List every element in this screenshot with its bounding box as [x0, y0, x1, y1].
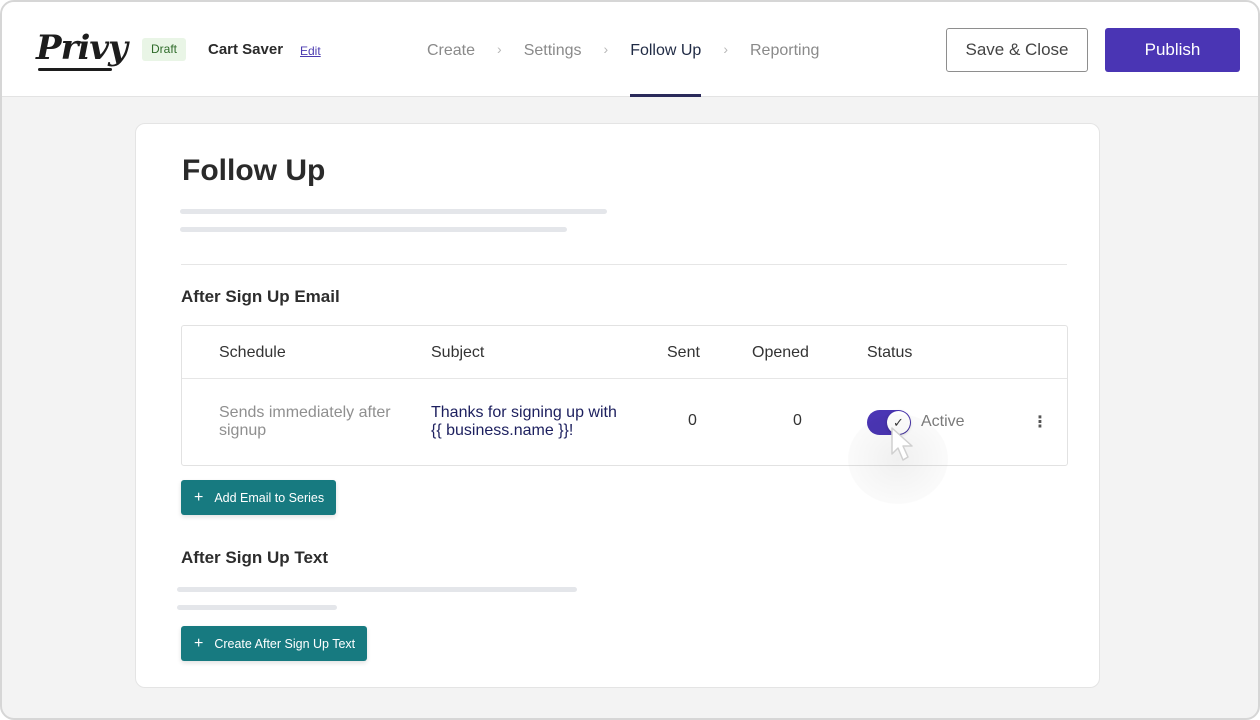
cell-schedule: Sends immediately after signup — [219, 404, 391, 439]
page-title: Follow Up — [182, 154, 326, 187]
hand-pointer-icon — [891, 427, 913, 461]
nav-step-reporting[interactable]: Reporting — [750, 2, 819, 97]
save-and-close-button[interactable]: Save & Close — [946, 28, 1088, 72]
column-header-status: Status — [867, 344, 913, 361]
follow-up-card: Follow Up After Sign Up Email Schedule S… — [135, 123, 1100, 688]
publish-button[interactable]: Publish — [1105, 28, 1240, 72]
draft-status-badge: Draft — [142, 38, 187, 61]
logo-swash — [38, 68, 112, 71]
create-text-label: Create After Sign Up Text — [214, 636, 356, 651]
table-header: Schedule Subject Sent Opened Status — [182, 326, 1067, 379]
column-header-schedule: Schedule — [219, 344, 286, 361]
step-navigation: Create › Settings › Follow Up › Reportin… — [427, 2, 819, 97]
section-divider — [181, 264, 1067, 265]
nav-step-create[interactable]: Create — [427, 2, 475, 97]
nav-step-settings[interactable]: Settings — [524, 2, 582, 97]
add-email-label: Add Email to Series — [214, 490, 325, 505]
email-section-title: After Sign Up Email — [181, 287, 340, 306]
column-header-sent: Sent — [667, 344, 700, 361]
column-header-subject: Subject — [431, 344, 485, 361]
placeholder-line — [177, 587, 577, 592]
campaign-name: Cart Saver — [208, 41, 284, 58]
plus-icon: + — [194, 488, 204, 506]
chevron-right-icon: › — [603, 41, 609, 57]
column-header-opened: Opened — [752, 344, 809, 361]
nav-step-follow-up[interactable]: Follow Up — [630, 2, 702, 97]
edit-campaign-name-link[interactable]: Edit — [300, 44, 321, 58]
placeholder-line — [180, 209, 607, 214]
chevron-right-icon: › — [723, 41, 728, 57]
plus-icon: + — [194, 634, 204, 652]
top-header: Privy Draft Cart Saver Edit Create › Set… — [2, 2, 1258, 97]
cell-subject[interactable]: Thanks for signing up with {{ business.n… — [431, 404, 631, 440]
chevron-right-icon: › — [497, 41, 502, 57]
cell-sent: 0 — [688, 412, 697, 429]
text-section-title: After Sign Up Text — [181, 548, 329, 567]
cell-opened: 0 — [793, 412, 802, 429]
placeholder-line — [180, 227, 567, 232]
create-after-sign-up-text-button[interactable]: + Create After Sign Up Text — [181, 626, 368, 661]
app-window: Privy Draft Cart Saver Edit Create › Set… — [0, 0, 1260, 720]
kebab-menu-icon[interactable]: ⋮ — [1032, 412, 1048, 432]
add-email-to-series-button[interactable]: + Add Email to Series — [181, 480, 337, 515]
placeholder-line — [177, 605, 337, 610]
privy-logo[interactable]: Privy — [36, 28, 128, 68]
